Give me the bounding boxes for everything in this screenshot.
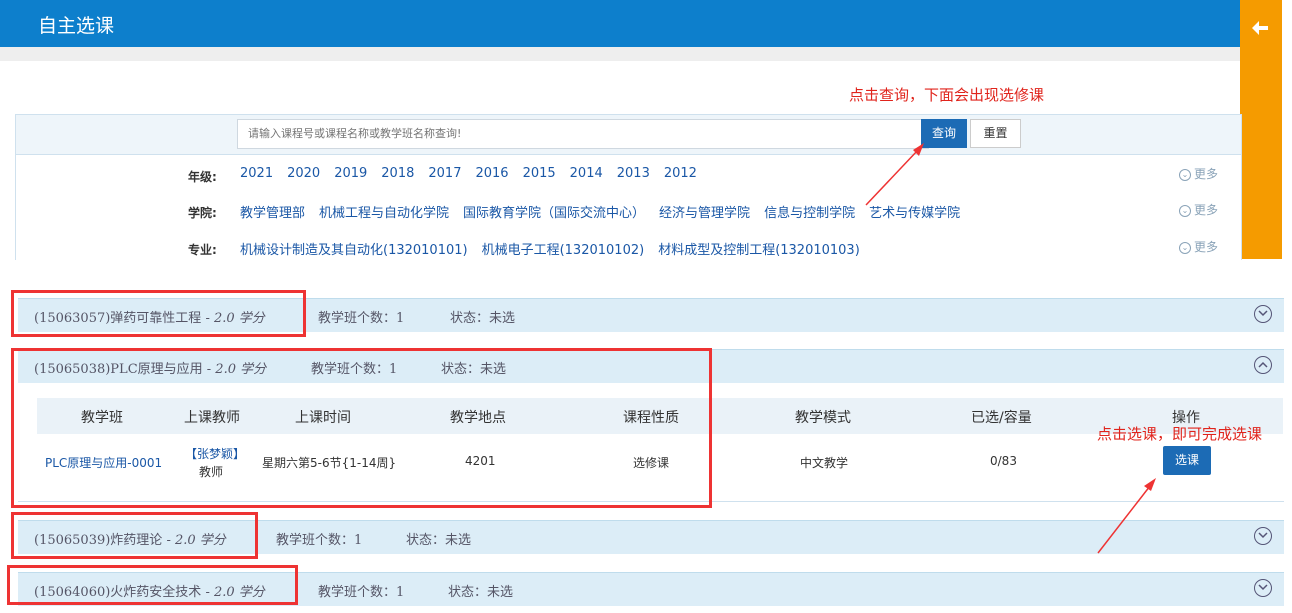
annotation-arrows (865, 143, 1156, 554)
